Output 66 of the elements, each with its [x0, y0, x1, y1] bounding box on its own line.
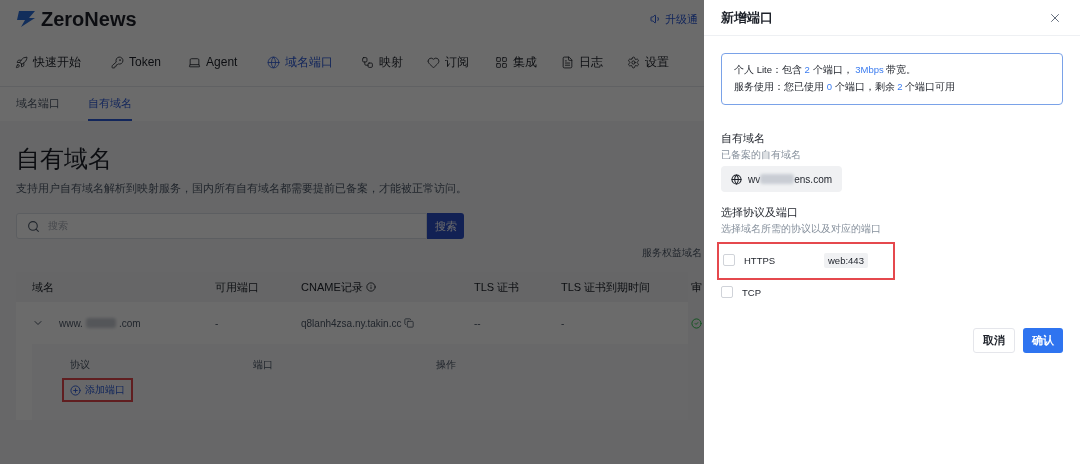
drawer-title: 新增端口	[721, 8, 773, 27]
nav-tab[interactable]: 域名端口	[267, 53, 334, 71]
key-icon	[111, 55, 124, 69]
rocket-icon	[15, 55, 28, 69]
logo-text: ZeroNews	[41, 7, 137, 31]
add-port-button[interactable]: 添加端口	[70, 383, 125, 397]
column-header: 可用端口	[215, 279, 260, 295]
network-icon	[361, 55, 375, 69]
plus-icon	[70, 384, 81, 396]
search-button[interactable]: 搜索	[427, 213, 464, 239]
column-header: TLS 证书	[474, 279, 521, 295]
column-header: CNAME记录	[301, 279, 474, 295]
field-label: 自有域名	[721, 131, 766, 146]
domain-text: ens.com	[794, 173, 833, 185]
domain-text: .com	[118, 317, 141, 329]
nav-tab[interactable]: 映射	[361, 53, 404, 71]
table-cell-text: --	[474, 317, 482, 329]
confirm-button[interactable]: 确认	[1023, 328, 1063, 353]
nav-tab[interactable]: 设置	[627, 53, 670, 71]
heart-icon	[427, 55, 441, 69]
settings-icon	[627, 55, 641, 69]
table-cell-text: -	[561, 317, 566, 329]
field-label: 选择协议及端口	[721, 205, 799, 220]
column-header: 域名	[32, 279, 55, 295]
column-header: 操作	[436, 358, 457, 372]
domain-text: wv	[748, 173, 761, 185]
page-title: 自有域名	[16, 144, 113, 174]
copy-icon[interactable]	[404, 318, 415, 328]
grid-icon	[495, 55, 509, 69]
info-icon[interactable]	[365, 282, 376, 292]
cancel-button[interactable]: 取消	[973, 328, 1015, 353]
nav-tab[interactable]: 快速开始	[15, 53, 81, 71]
field-hint: 已备案的自有域名	[721, 148, 802, 162]
info-text: 个人 Lite：包含 2 个端口， 3Mbps 带宽。	[734, 64, 918, 77]
protocol-label: HTTPS	[744, 254, 777, 266]
blurred-region	[760, 174, 795, 184]
globe-icon	[267, 55, 281, 69]
table-cell: q8lanh4zsa.ny.takin.cc	[301, 317, 402, 329]
document-icon	[561, 55, 575, 69]
nav-tab[interactable]: Agent	[188, 55, 238, 69]
port-tag: web:443	[824, 252, 868, 268]
search-icon	[27, 219, 40, 233]
column-header: TLS 证书到期时间	[561, 279, 652, 295]
column-header: 审	[691, 279, 702, 295]
nav-tab[interactable]: Token	[111, 55, 162, 69]
nav-tab[interactable]: 集成	[495, 53, 538, 71]
speaker-icon	[650, 13, 662, 25]
checkbox[interactable]	[721, 286, 733, 298]
info-text: 服务使用：您已使用 0 个端口，剩余 2 个端口可用	[734, 81, 957, 94]
check-circle-icon	[691, 317, 702, 329]
quota-note: 服务权益域名	[641, 246, 702, 260]
table-cell-text: -	[215, 317, 220, 329]
globe-icon	[731, 173, 742, 185]
sub-tab[interactable]: 域名端口	[16, 87, 60, 121]
column-header: 协议	[70, 358, 91, 372]
field-hint: 选择域名所需的协议以及对应的端口	[721, 222, 882, 236]
column-header: 端口	[253, 358, 274, 372]
sub-tab[interactable]: 自有域名	[88, 87, 132, 121]
nav-tab[interactable]: 日志	[561, 53, 604, 71]
domain-text: www.	[59, 317, 83, 329]
nav-tab[interactable]: 订阅	[427, 53, 470, 71]
checkbox[interactable]	[723, 254, 735, 266]
laptop-icon	[188, 55, 202, 69]
logo-icon	[15, 9, 37, 29]
notice-link[interactable]: 升级通	[665, 11, 698, 27]
protocol-label: TCP	[742, 286, 762, 298]
